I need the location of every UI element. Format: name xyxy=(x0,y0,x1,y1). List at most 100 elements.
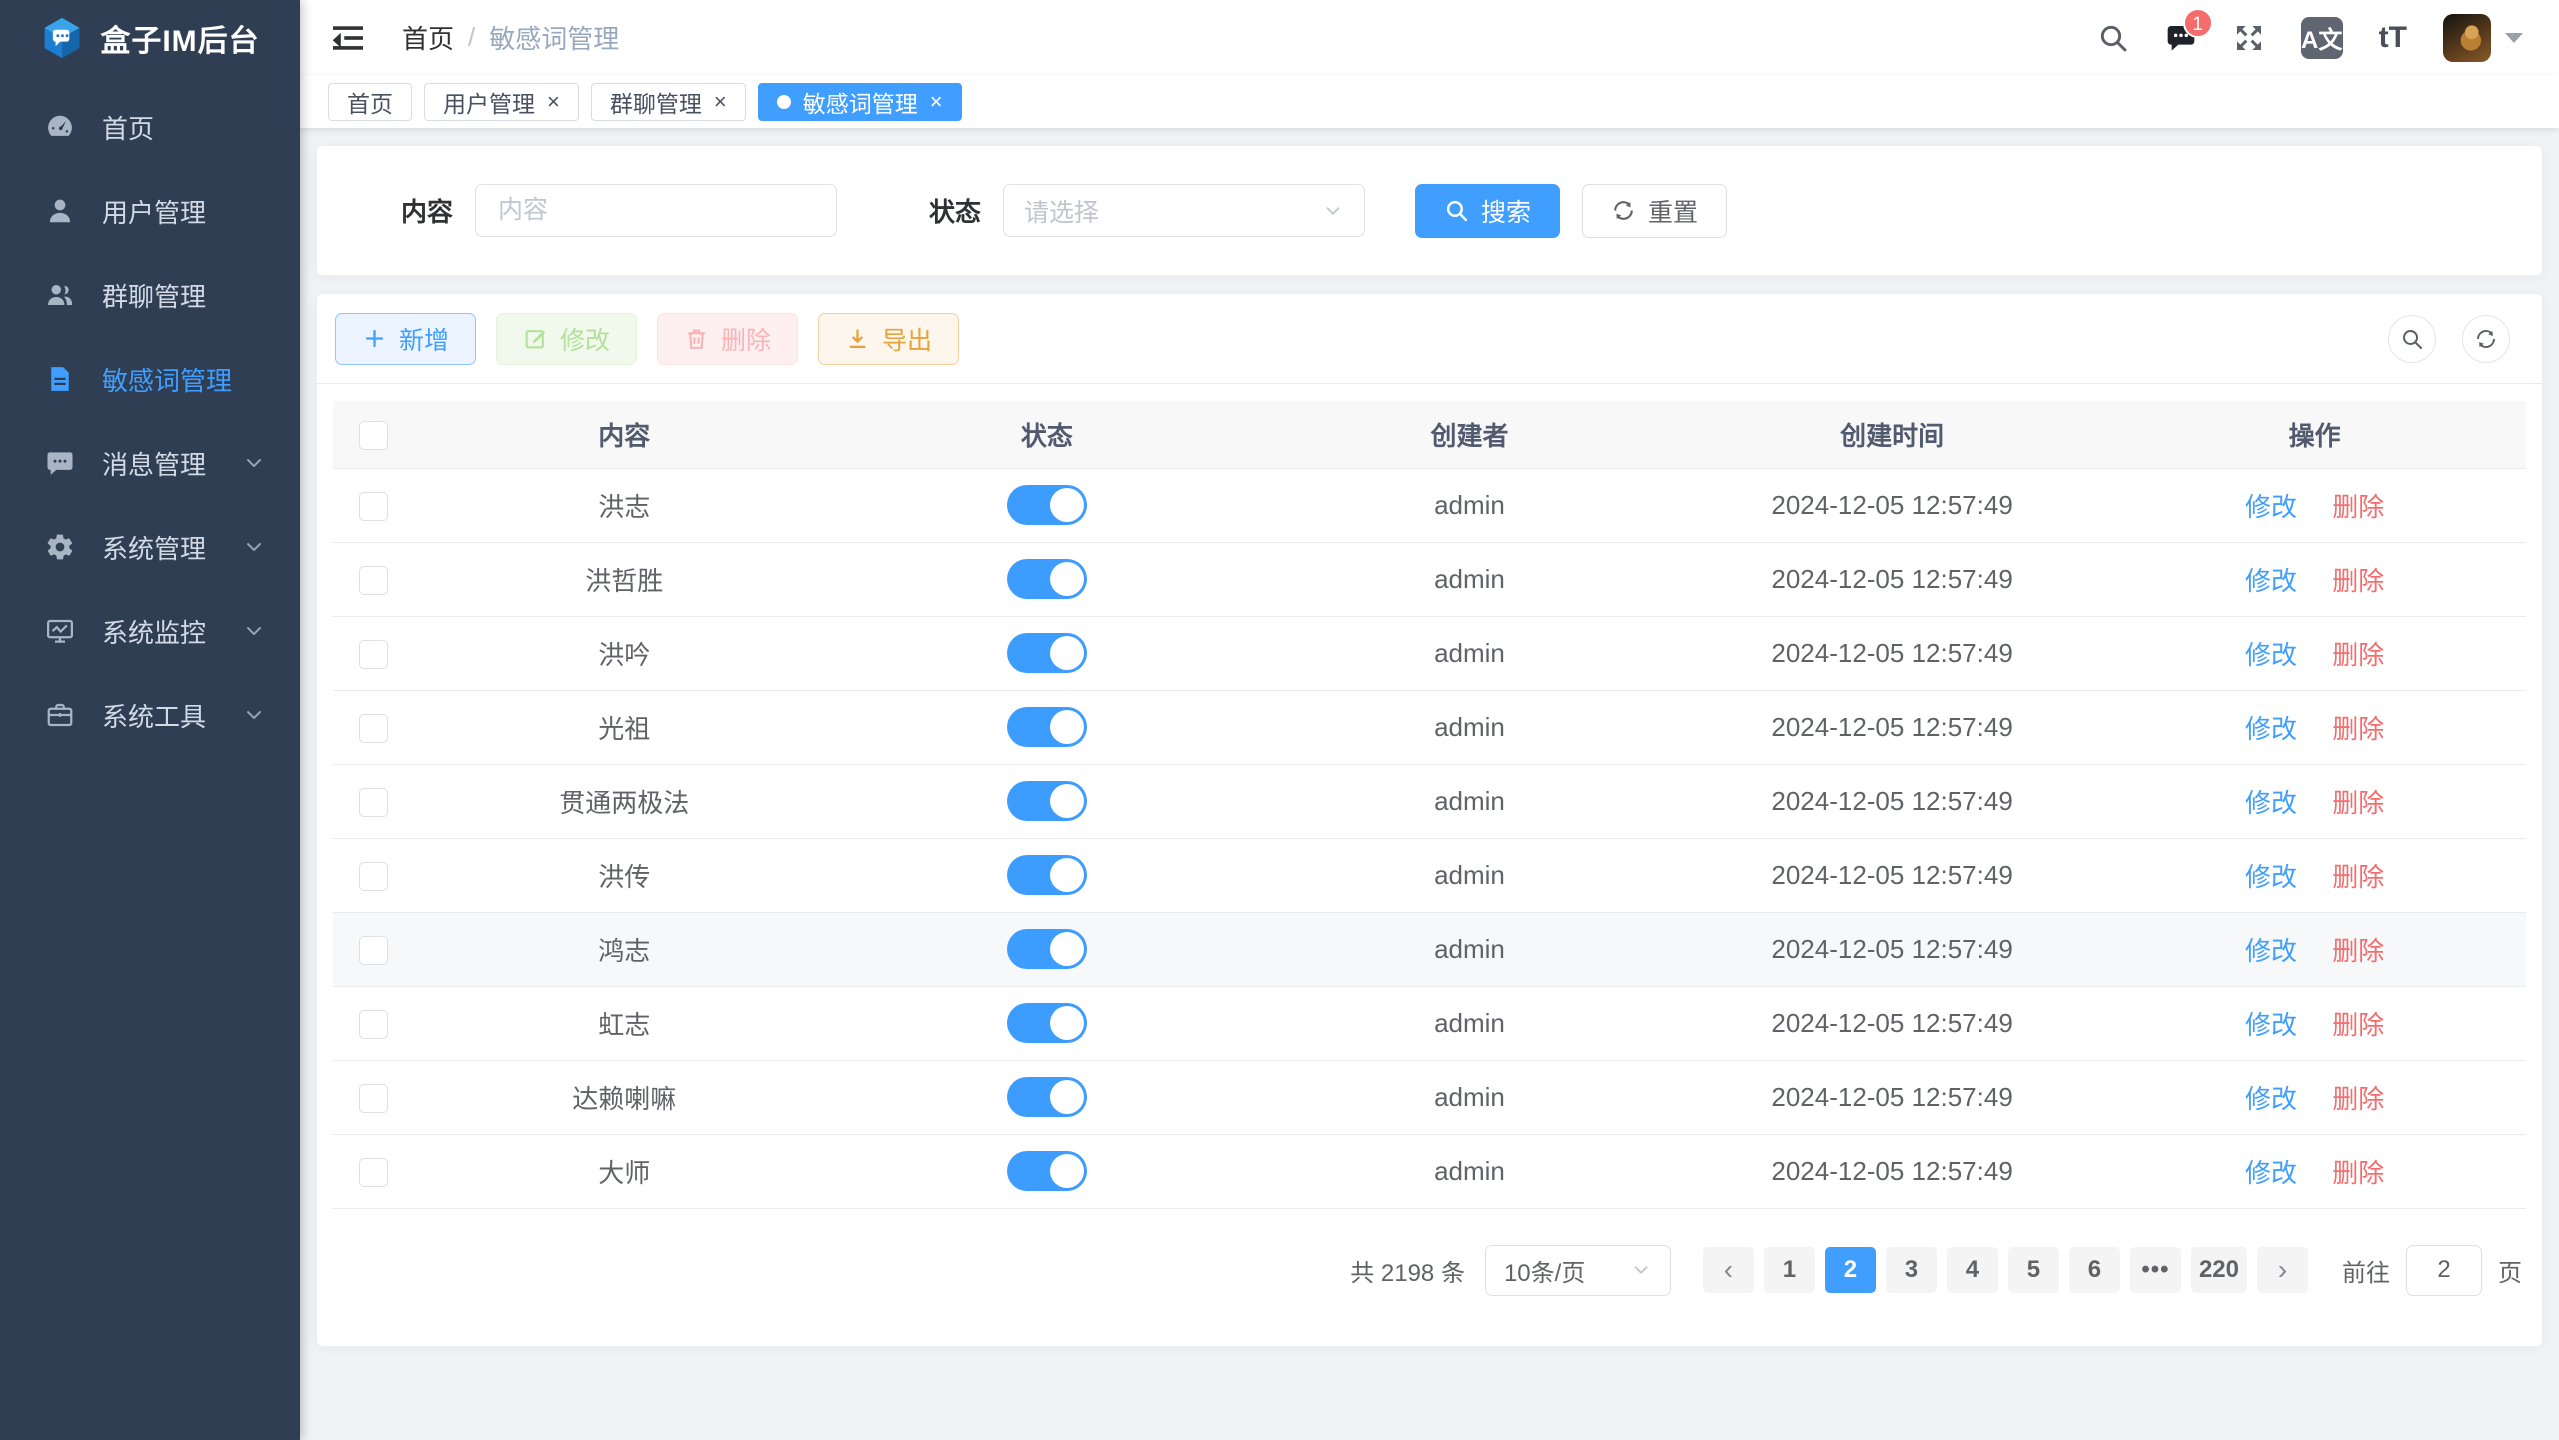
table-header-row: 内容 状态 创建者 创建时间 操作 xyxy=(333,401,2526,468)
export-button-label: 导出 xyxy=(882,321,932,357)
sidebar-item-tools[interactable]: 系统工具 xyxy=(0,673,300,757)
status-toggle[interactable] xyxy=(1007,633,1087,673)
row-checkbox[interactable] xyxy=(359,936,388,965)
toggle-knob xyxy=(1050,636,1084,670)
page-button-1[interactable]: 1 xyxy=(1764,1247,1815,1293)
status-toggle[interactable] xyxy=(1007,485,1087,525)
page-button-6[interactable]: 6 xyxy=(2069,1247,2120,1293)
breadcrumb-home[interactable]: 首页 xyxy=(402,19,454,56)
search-button[interactable]: 搜索 xyxy=(1415,184,1560,238)
row-delete-link[interactable]: 删除 xyxy=(2332,788,2384,818)
row-checkbox[interactable] xyxy=(359,492,388,521)
reset-button[interactable]: 重置 xyxy=(1582,184,1727,238)
edit-button[interactable]: 修改 xyxy=(496,313,637,365)
cell-created-at: 2024-12-05 12:57:49 xyxy=(1681,468,2104,542)
row-checkbox[interactable] xyxy=(359,640,388,669)
sidebar-item-monitor[interactable]: 系统监控 xyxy=(0,589,300,673)
row-checkbox[interactable] xyxy=(359,862,388,891)
toggle-knob xyxy=(1050,784,1084,818)
translate-icon[interactable]: A文 xyxy=(2301,17,2343,59)
row-edit-link[interactable]: 修改 xyxy=(2245,1010,2297,1040)
status-filter-select[interactable]: 请选择 xyxy=(1003,184,1365,237)
row-edit-link[interactable]: 修改 xyxy=(2245,1158,2297,1188)
row-delete-link[interactable]: 删除 xyxy=(2332,1158,2384,1188)
row-delete-link[interactable]: 删除 xyxy=(2332,1010,2384,1040)
message-icon[interactable]: 1 xyxy=(2165,22,2197,54)
row-edit-link[interactable]: 修改 xyxy=(2245,862,2297,892)
row-edit-link[interactable]: 修改 xyxy=(2245,936,2297,966)
tab-close-icon[interactable]: × xyxy=(714,91,727,113)
row-delete-link[interactable]: 删除 xyxy=(2332,640,2384,670)
user-menu[interactable] xyxy=(2443,14,2523,62)
collapse-sidebar-icon[interactable] xyxy=(330,20,366,56)
row-delete-link[interactable]: 删除 xyxy=(2332,862,2384,892)
page-button-5[interactable]: 5 xyxy=(2008,1247,2059,1293)
sidebar-item-system[interactable]: 系统管理 xyxy=(0,505,300,589)
search-icon[interactable] xyxy=(2097,22,2129,54)
delete-button[interactable]: 删除 xyxy=(657,313,798,365)
row-checkbox[interactable] xyxy=(359,566,388,595)
tab-close-icon[interactable]: × xyxy=(930,91,943,113)
refresh-table-icon[interactable] xyxy=(2462,315,2510,363)
page-button-3[interactable]: 3 xyxy=(1886,1247,1937,1293)
row-checkbox[interactable] xyxy=(359,788,388,817)
status-toggle[interactable] xyxy=(1007,559,1087,599)
tab-敏感词管理[interactable]: 敏感词管理 × xyxy=(758,83,962,121)
status-toggle[interactable] xyxy=(1007,781,1087,821)
font-size-icon[interactable]: tT xyxy=(2379,21,2407,55)
page-button-2[interactable]: 2 xyxy=(1825,1247,1876,1293)
row-checkbox[interactable] xyxy=(359,714,388,743)
cell-content: 大师 xyxy=(413,1134,836,1208)
sidebar-item-messages[interactable]: 消息管理 xyxy=(0,421,300,505)
row-checkbox[interactable] xyxy=(359,1084,388,1113)
row-checkbox[interactable] xyxy=(359,1158,388,1187)
sidebar-item-home[interactable]: 首页 xyxy=(0,85,300,169)
status-toggle[interactable] xyxy=(1007,855,1087,895)
row-delete-link[interactable]: 删除 xyxy=(2332,566,2384,596)
sidebar-item-sensitive[interactable]: 敏感词管理 xyxy=(0,337,300,421)
next-page-button[interactable]: › xyxy=(2257,1247,2308,1293)
row-edit-link[interactable]: 修改 xyxy=(2245,1084,2297,1114)
sidebar-item-label: 敏感词管理 xyxy=(102,361,232,398)
add-button[interactable]: 新增 xyxy=(335,313,476,365)
table-wrap: 内容 状态 创建者 创建时间 操作 洪志 admin 2024-12-05 12… xyxy=(317,384,2542,1209)
cell-creator: admin xyxy=(1258,1060,1681,1134)
content-filter-input[interactable] xyxy=(475,184,837,237)
tab-群聊管理[interactable]: 群聊管理 × xyxy=(591,83,746,121)
goto-page-input[interactable] xyxy=(2406,1245,2482,1296)
column-header-created-at: 创建时间 xyxy=(1681,401,2104,468)
row-delete-link[interactable]: 删除 xyxy=(2332,714,2384,744)
row-delete-link[interactable]: 删除 xyxy=(2332,1084,2384,1114)
tab-close-icon[interactable]: × xyxy=(547,91,560,113)
column-header-content: 内容 xyxy=(413,401,836,468)
row-edit-link[interactable]: 修改 xyxy=(2245,640,2297,670)
status-toggle[interactable] xyxy=(1007,1003,1087,1043)
row-delete-link[interactable]: 删除 xyxy=(2332,936,2384,966)
status-toggle[interactable] xyxy=(1007,929,1087,969)
tab-用户管理[interactable]: 用户管理 × xyxy=(424,83,579,121)
fullscreen-icon[interactable] xyxy=(2233,22,2265,54)
app-logo[interactable]: 盒子IM后台 xyxy=(0,0,300,75)
page-ellipsis-button[interactable]: ••• xyxy=(2130,1247,2181,1293)
row-checkbox[interactable] xyxy=(359,1010,388,1039)
cell-created-at: 2024-12-05 12:57:49 xyxy=(1681,616,2104,690)
sidebar-item-users[interactable]: 用户管理 xyxy=(0,169,300,253)
sidebar-item-groups[interactable]: 群聊管理 xyxy=(0,253,300,337)
row-edit-link[interactable]: 修改 xyxy=(2245,566,2297,596)
status-toggle[interactable] xyxy=(1007,707,1087,747)
row-edit-link[interactable]: 修改 xyxy=(2245,788,2297,818)
tab-首页[interactable]: 首页 xyxy=(328,83,412,121)
toggle-search-icon[interactable] xyxy=(2388,315,2436,363)
select-all-checkbox[interactable] xyxy=(359,421,388,450)
status-toggle[interactable] xyxy=(1007,1077,1087,1117)
cell-content: 光祖 xyxy=(413,690,836,764)
status-toggle[interactable] xyxy=(1007,1151,1087,1191)
row-edit-link[interactable]: 修改 xyxy=(2245,492,2297,522)
page-button-4[interactable]: 4 xyxy=(1947,1247,1998,1293)
prev-page-button[interactable]: ‹ xyxy=(1703,1247,1754,1293)
page-size-select[interactable]: 10条/页 xyxy=(1485,1245,1671,1296)
page-button-220[interactable]: 220 xyxy=(2191,1247,2247,1293)
export-button[interactable]: 导出 xyxy=(818,313,959,365)
row-delete-link[interactable]: 删除 xyxy=(2332,492,2384,522)
row-edit-link[interactable]: 修改 xyxy=(2245,714,2297,744)
